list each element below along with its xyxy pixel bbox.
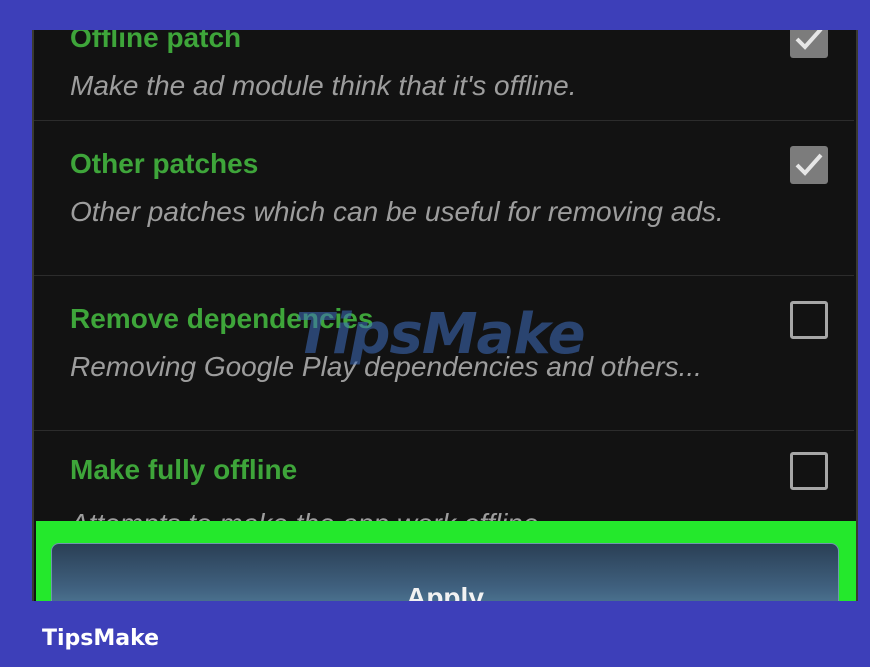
option-title: Remove dependencies [70,303,374,334]
checkbox-unchecked[interactable] [790,301,828,339]
option-description: Other patches which can be useful for re… [70,196,724,227]
panel-right-border [856,30,858,601]
option-other-patches[interactable]: Other patches Other patches which can be… [34,120,854,276]
checkbox-unchecked[interactable] [790,452,828,490]
apply-button[interactable]: Apply [51,543,839,601]
patch-options-panel: Offline patch Make the ad module think t… [32,30,858,601]
option-remove-dependencies[interactable]: Remove dependencies Removing Google Play… [34,275,854,431]
option-title: Other patches [70,148,259,179]
checkbox-checked[interactable] [790,146,828,184]
option-title: Make fully offline [70,454,298,485]
option-offline-patch[interactable]: Offline patch Make the ad module think t… [34,30,854,121]
option-title: Offline patch [70,30,242,53]
footer-brand: TipsMake [42,626,160,651]
checkbox-checked[interactable] [790,30,828,58]
apply-button-label: Apply [406,582,484,601]
option-description: Removing Google Play dependencies and ot… [70,351,702,382]
checkmark-icon [795,30,823,50]
checkmark-icon [795,153,823,176]
option-description: Make the ad module think that it's offli… [70,70,577,101]
